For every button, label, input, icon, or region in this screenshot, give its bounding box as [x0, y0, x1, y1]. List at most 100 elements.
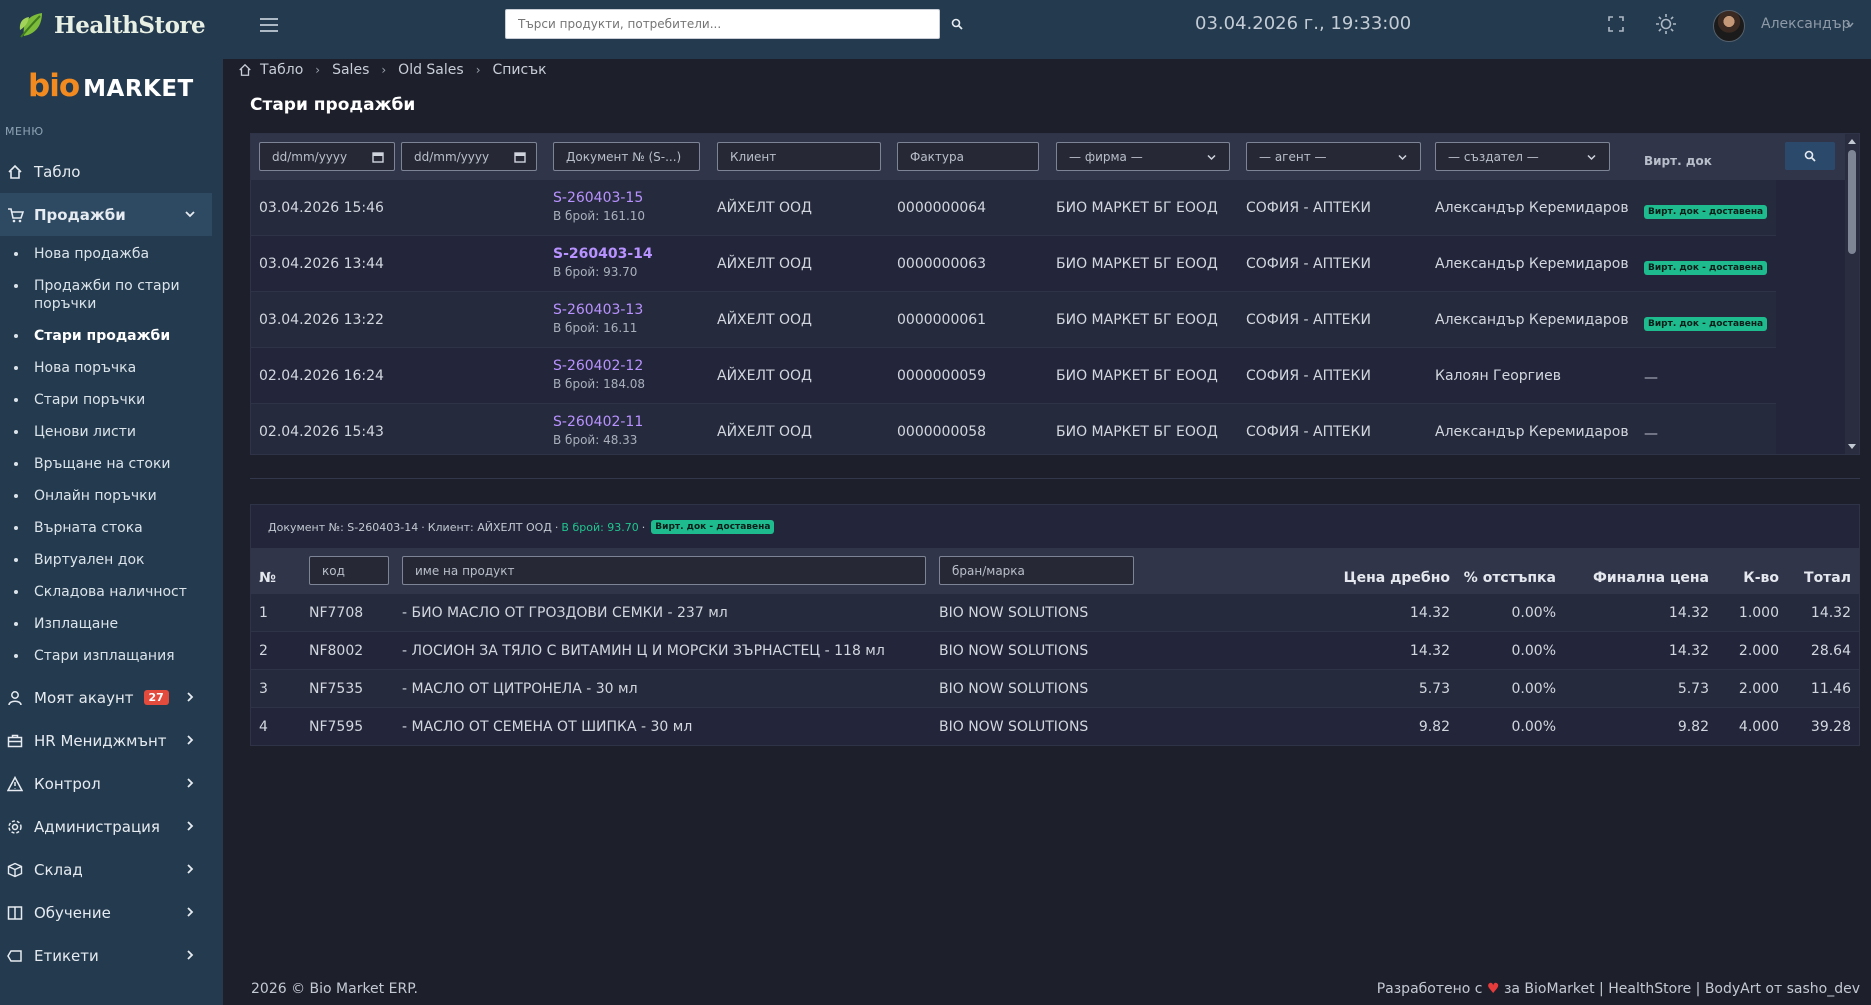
nav-dashboard[interactable]: Табло: [0, 150, 223, 193]
chevron-right-icon: [187, 950, 194, 960]
table-row[interactable]: 02.04.2026 16:24 S-260402-12 В брой: 184.…: [251, 348, 1776, 404]
avatar[interactable]: [1713, 10, 1745, 42]
list-scrollbar[interactable]: [1845, 134, 1859, 454]
table-row[interactable]: 03.04.2026 13:44 S-260403-14 В брой: 93.7…: [251, 236, 1776, 292]
item-qty: 2.000: [1738, 681, 1779, 697]
sale-agent: СОФИЯ - АПТЕКИ: [1246, 424, 1371, 440]
scroll-up-icon[interactable]: [1847, 137, 1857, 147]
fullscreen-icon[interactable]: [1607, 15, 1625, 33]
sub-new-sale[interactable]: Нова продажба: [0, 238, 223, 270]
breadcrumb-separator: ›: [475, 63, 481, 77]
brand-filter-input[interactable]: бран/марка: [939, 556, 1134, 585]
col-quantity: К-во: [1743, 570, 1779, 586]
document-filter-input[interactable]: Документ № (S-...): [553, 142, 700, 171]
col-discount: % отстъпка: [1463, 570, 1556, 586]
sale-doc-link[interactable]: S-260403-13: [553, 302, 643, 318]
cart-icon: [6, 206, 24, 224]
sub-item-label: Виртуален док: [34, 552, 145, 568]
table-row[interactable]: 2 NF8002 - ЛОСИОН ЗА ТЯЛО С ВИТАМИН Ц И …: [251, 632, 1859, 670]
breadcrumb-dashboard[interactable]: Табло: [260, 62, 303, 78]
nav-training-label: Обучение: [34, 903, 111, 922]
user-icon: [6, 689, 24, 707]
table-row[interactable]: 3 NF7535 - МАСЛО ОТ ЦИТРОНЕЛА - 30 мл BI…: [251, 670, 1859, 708]
table-row[interactable]: 1 NF7708 - БИО МАСЛО ОТ ГРОЗДОВИ СЕМКИ -…: [251, 594, 1859, 632]
sub-payout[interactable]: Изплащане: [0, 608, 223, 640]
calendar-icon[interactable]: [372, 151, 384, 163]
sub-sales-by-old-orders[interactable]: Продажби по стари поръчки: [0, 270, 223, 320]
table-row[interactable]: 03.04.2026 15:46 S-260403-15 В брой: 161.…: [251, 180, 1776, 236]
nav-sales[interactable]: Продажби: [0, 193, 212, 236]
sub-online-orders[interactable]: Онлайн поръчки: [0, 480, 223, 512]
breadcrumb-separator: ›: [381, 63, 387, 77]
invoice-filter-placeholder: Фактура: [910, 149, 964, 164]
user-name[interactable]: Александър: [1761, 16, 1850, 32]
brand-filter-placeholder: бран/марка: [952, 563, 1025, 578]
nav-hr-label: HR Мениджмънт: [34, 731, 167, 750]
bio-market-logo[interactable]: bio MARKET: [28, 68, 194, 104]
filter-search-button[interactable]: [1785, 142, 1835, 170]
sub-old-payouts[interactable]: Стари изплащания: [0, 640, 223, 672]
agent-select[interactable]: — агент —: [1246, 142, 1421, 171]
invoice-filter-input[interactable]: Фактура: [897, 142, 1039, 171]
hamburger-icon[interactable]: [258, 16, 280, 34]
nav-labels[interactable]: Етикети: [0, 934, 223, 977]
col-final-price: Финална цена: [1592, 570, 1709, 586]
chevron-down-icon: [185, 211, 195, 218]
sub-stock[interactable]: Складова наличност: [0, 576, 223, 608]
table-row[interactable]: 02.04.2026 15:43 S-260402-11 В брой: 48.3…: [251, 404, 1776, 454]
sale-doc-cell: S-260403-14 В брой: 93.70: [553, 246, 653, 279]
home-icon: [6, 163, 24, 181]
sub-new-order[interactable]: Нова поръчка: [0, 352, 223, 384]
sub-returned-goods[interactable]: Върната стока: [0, 512, 223, 544]
table-row[interactable]: 4 NF7595 - МАСЛО ОТ СЕМЕНА ОТ ШИПКА - 30…: [251, 708, 1859, 746]
sale-doc-link[interactable]: S-260403-15: [553, 190, 645, 206]
item-no: 4: [259, 719, 268, 735]
nav-training[interactable]: Обучение: [0, 891, 223, 934]
bullet-icon: [14, 252, 18, 256]
detail-rows: 1 NF7708 - БИО МАСЛО ОТ ГРОЗДОВИ СЕМКИ -…: [251, 594, 1859, 746]
nav-control[interactable]: Контрол: [0, 762, 223, 805]
nav-admin[interactable]: Администрация: [0, 805, 223, 848]
table-row[interactable]: 03.04.2026 13:22 S-260403-13 В брой: 16.1…: [251, 292, 1776, 348]
breadcrumb-old-sales[interactable]: Old Sales: [398, 62, 464, 78]
firm-select[interactable]: — фирма —: [1056, 142, 1230, 171]
home-icon[interactable]: [238, 63, 252, 77]
main-nav: Табло Продажби Нова продажба Продажби по…: [0, 150, 223, 977]
breadcrumb-sales[interactable]: Sales: [332, 62, 369, 78]
calendar-icon[interactable]: [514, 151, 526, 163]
item-brand: BIO NOW SOLUTIONS: [939, 643, 1089, 659]
item-code: NF7535: [309, 681, 364, 697]
scroll-down-icon[interactable]: [1847, 441, 1857, 451]
leaf-icon: [19, 13, 42, 38]
theme-toggle-icon[interactable]: [1654, 12, 1678, 36]
sale-doc-link[interactable]: S-260402-11: [553, 414, 643, 430]
code-filter-input[interactable]: код: [309, 556, 389, 585]
item-brand: BIO NOW SOLUTIONS: [939, 605, 1089, 621]
sub-old-sales[interactable]: Стари продажби: [0, 320, 223, 352]
sub-item-label: Складова наличност: [34, 584, 187, 600]
product-name-filter-input[interactable]: име на продукт: [402, 556, 926, 585]
search-input[interactable]: [505, 9, 940, 39]
chevron-right-icon: [187, 735, 194, 745]
sub-item-label: Връщане на стоки: [34, 456, 171, 472]
sub-old-orders[interactable]: Стари поръчки: [0, 384, 223, 416]
nav-warehouse[interactable]: Склад: [0, 848, 223, 891]
sub-virtual-doc[interactable]: Виртуален док: [0, 544, 223, 576]
scrollbar-thumb[interactable]: [1848, 150, 1856, 254]
sale-doc-link[interactable]: S-260403-14: [553, 246, 653, 262]
nav-account[interactable]: Моят акаунт 27: [0, 676, 223, 719]
sub-returns[interactable]: Връщане на стоки: [0, 448, 223, 480]
creator-select[interactable]: — създател —: [1435, 142, 1610, 171]
sub-price-lists[interactable]: Ценови листи: [0, 416, 223, 448]
search-button[interactable]: [943, 11, 971, 37]
nav-dashboard-label: Табло: [34, 162, 81, 181]
chevron-down-icon[interactable]: [1845, 20, 1855, 30]
item-discount: 0.00%: [1511, 719, 1556, 735]
client-filter-input[interactable]: Клиент: [717, 142, 881, 171]
healthstore-logo[interactable]: HealthStore: [18, 8, 206, 42]
sale-doc-link[interactable]: S-260402-12: [553, 358, 645, 374]
bullet-icon: [14, 430, 18, 434]
date-to-input[interactable]: dd/mm/yyyy: [401, 142, 537, 171]
nav-hr[interactable]: HR Мениджмънт: [0, 719, 223, 762]
date-from-input[interactable]: dd/mm/yyyy: [259, 142, 395, 171]
